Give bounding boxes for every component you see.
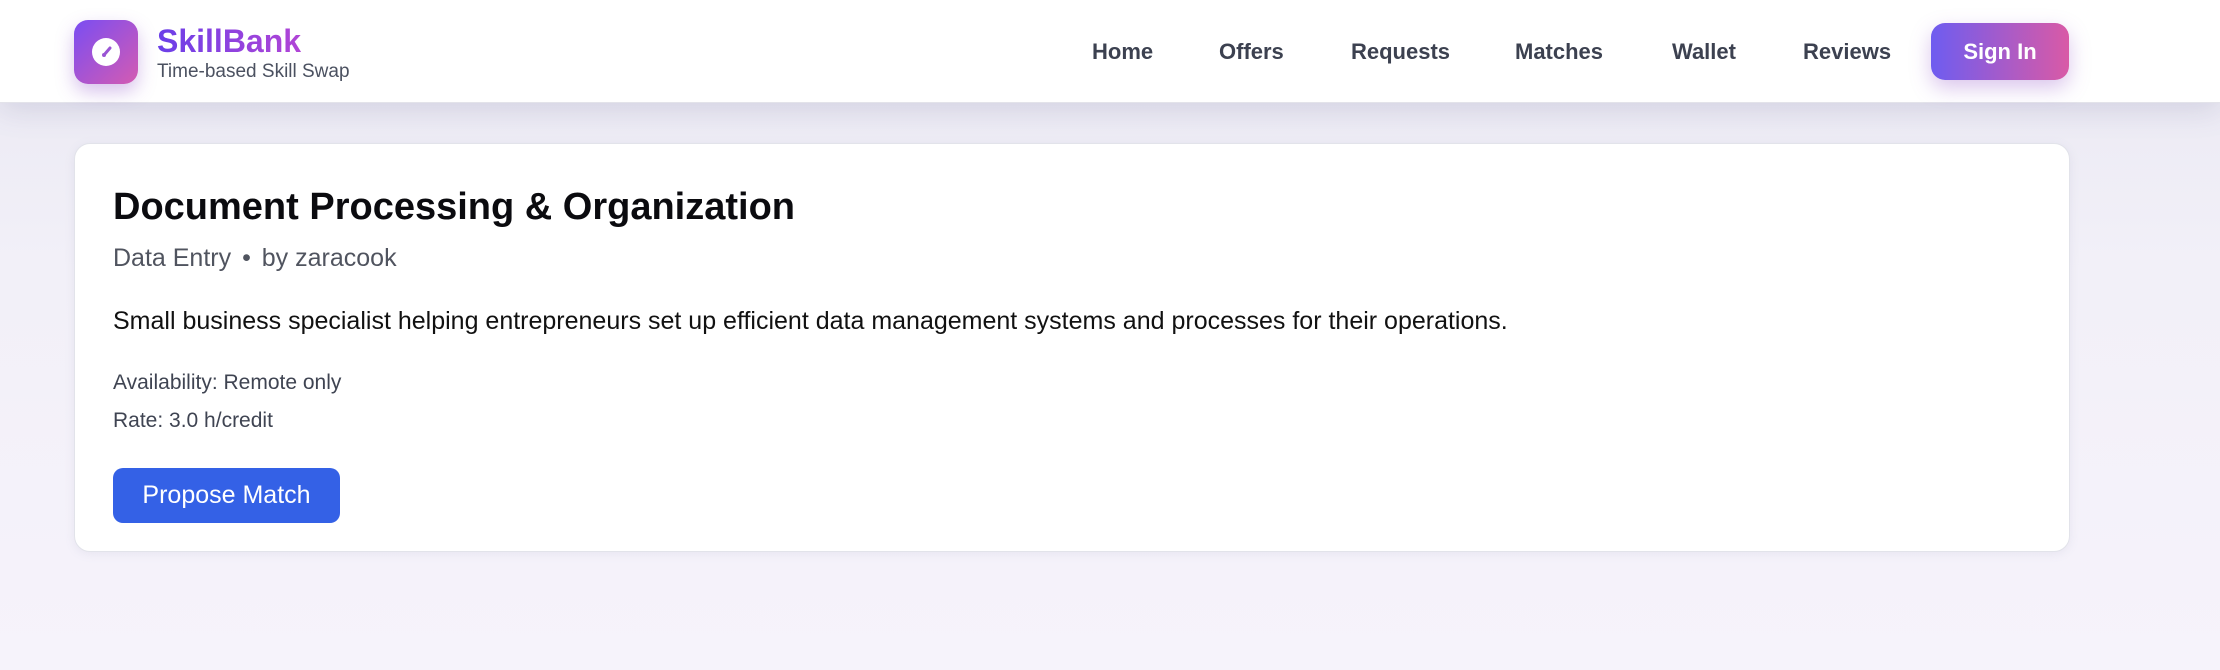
sign-in-button[interactable]: Sign In <box>1931 23 2069 80</box>
gauge-icon <box>92 38 120 66</box>
offer-rate: Rate: 3.0 h/credit <box>113 409 273 432</box>
offer-description: Small business specialist helping entrep… <box>113 307 1508 335</box>
offer-category: Data Entry <box>113 244 232 272</box>
subtitle-separator: • <box>242 244 251 272</box>
offer-author: by zaracook <box>261 244 397 272</box>
offer-title: Document Processing & Organization <box>113 186 795 228</box>
brand-tagline: Time-based Skill Swap <box>157 61 350 82</box>
offer-subtitle: Data Entry • by zaracook <box>113 242 397 274</box>
propose-match-button[interactable]: Propose Match <box>113 468 340 523</box>
nav-matches[interactable]: Matches <box>1515 36 1603 68</box>
offer-card: Document Processing & Organization Data … <box>74 143 2070 552</box>
brand-name[interactable]: SkillBank <box>157 22 301 60</box>
nav-requests[interactable]: Requests <box>1351 36 1450 68</box>
top-header: SkillBank Time-based Skill Swap Home Off… <box>0 0 2220 103</box>
nav-wallet[interactable]: Wallet <box>1672 36 1736 68</box>
app-logo[interactable] <box>74 20 138 84</box>
nav-offers[interactable]: Offers <box>1219 36 1284 68</box>
offer-availability: Availability: Remote only <box>113 371 342 394</box>
nav-reviews[interactable]: Reviews <box>1803 36 1891 68</box>
nav-home[interactable]: Home <box>1092 36 1153 68</box>
